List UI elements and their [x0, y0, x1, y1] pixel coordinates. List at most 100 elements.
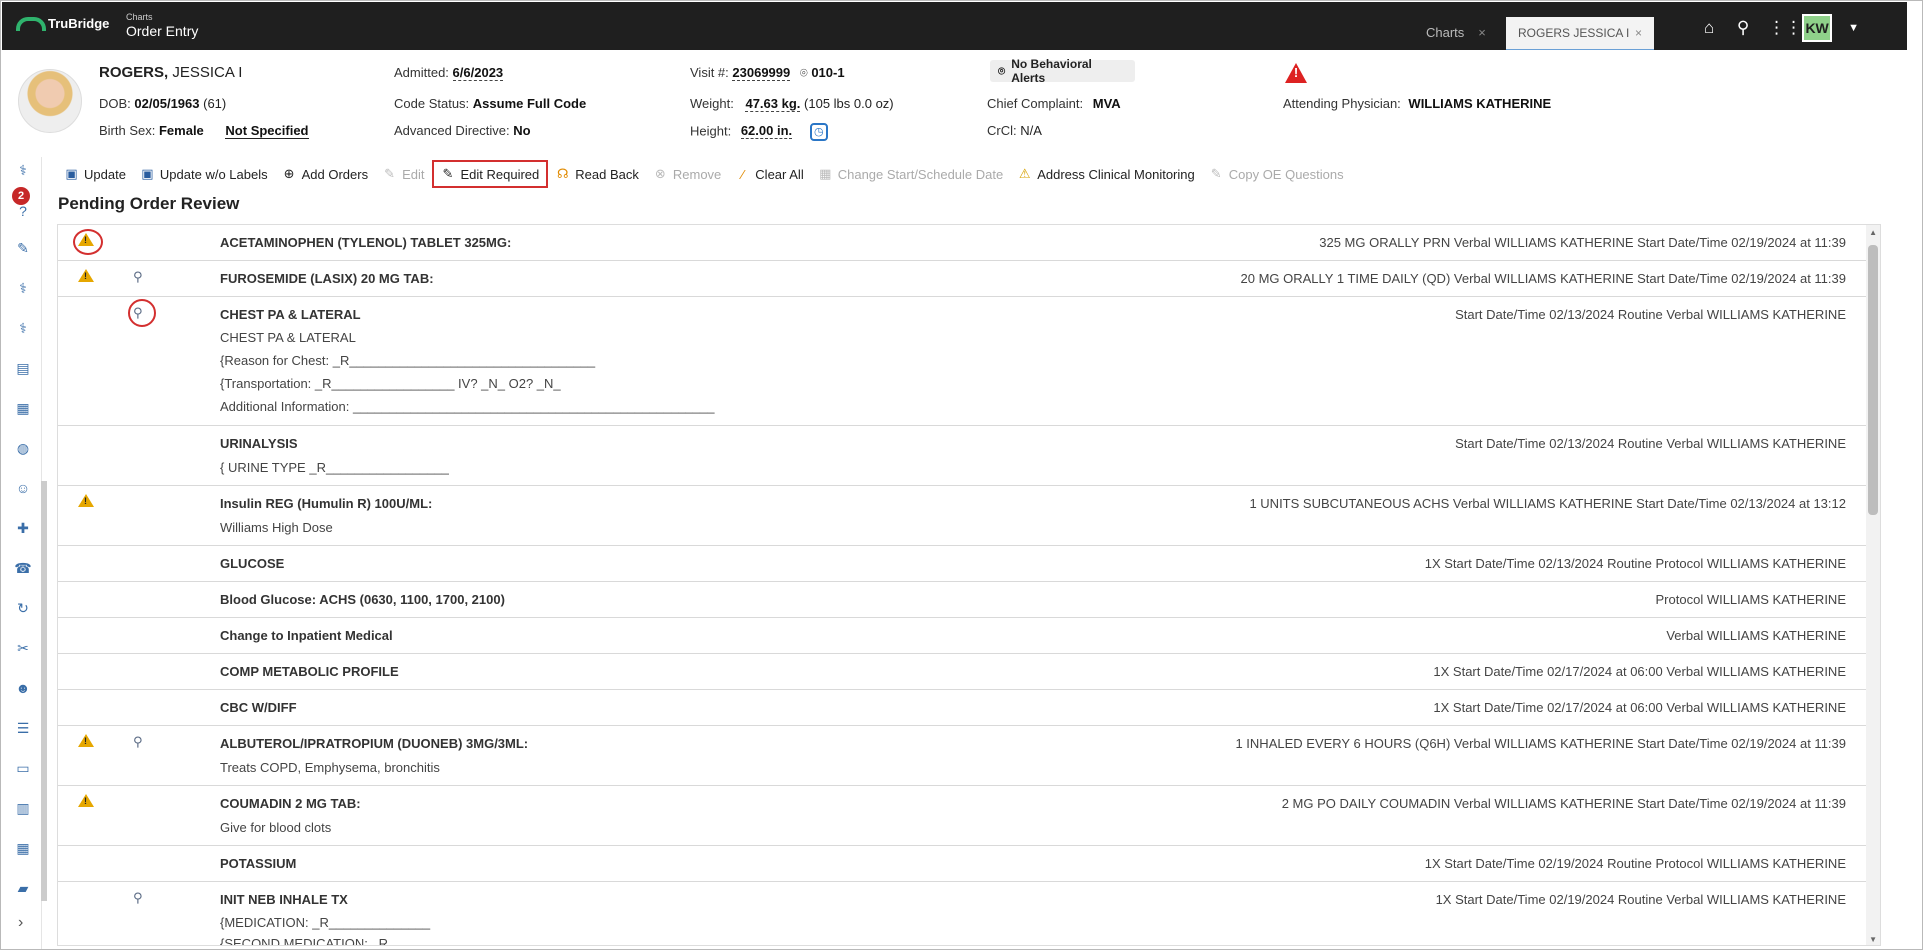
order-title: ALBUTEROL/IPRATROPIUM (DUONEB) 3MG/3ML:: [220, 736, 529, 751]
crcl-label: CrCl:: [987, 123, 1017, 138]
order-title: INIT NEB INHALE TX: [220, 892, 348, 907]
order-row[interactable]: COUMADIN 2 MG TAB: 2 MG PO DAILY COUMADI…: [58, 786, 1880, 846]
order-row[interactable]: Blood Glucose: ACHS (0630, 1100, 1700, 2…: [58, 582, 1880, 618]
pharmacy-icon[interactable]: ✚: [14, 519, 32, 537]
address-clinical-monitoring-button[interactable]: ⚠ Address Clinical Monitoring: [1010, 160, 1202, 188]
birth-sex-field: Birth Sex: Female Not Specified: [99, 123, 309, 139]
chief-complaint-value: MVA: [1092, 96, 1121, 111]
order-title: POTASSIUM: [220, 856, 297, 871]
code-status-label: Code Status:: [394, 96, 470, 111]
change-start-date-button[interactable]: ▦ Change Start/Schedule Date: [811, 160, 1011, 188]
physician-icon[interactable]: ⚕: [14, 319, 32, 337]
update-without-labels-button[interactable]: ▣ Update w/o Labels: [133, 160, 275, 188]
scrollbar-thumb[interactable]: [1868, 245, 1878, 515]
clear-all-button[interactable]: ⁄ Clear All: [728, 160, 810, 188]
order-row[interactable]: URINALYSIS Start Date/Time 02/13/2024 Ro…: [58, 426, 1880, 486]
stethoscope-icon[interactable]: ⚲: [133, 734, 151, 750]
warning-icon[interactable]: [78, 269, 96, 285]
user-group-icon[interactable]: ☺: [14, 479, 32, 497]
sidebar-scrollbar[interactable]: [41, 481, 47, 901]
form-icon[interactable]: ▭: [14, 759, 32, 777]
visit-label: Visit #:: [690, 65, 729, 80]
tab-patient[interactable]: ROGERS JESSICA I ×: [1506, 17, 1654, 51]
update-button[interactable]: ▣ Update: [57, 160, 133, 188]
order-row[interactable]: GLUCOSE 1X Start Date/Time 02/13/2024 Ro…: [58, 546, 1880, 582]
code-status-value: Assume Full Code: [472, 96, 587, 111]
close-icon[interactable]: ×: [1478, 25, 1486, 43]
stethoscope-icon[interactable]: ⚲: [133, 269, 151, 285]
globe-icon[interactable]: ◍: [14, 439, 32, 457]
app-window: TruBridge Charts Order Entry Charts × RO…: [0, 0, 1923, 950]
order-detail: 20 MG ORALLY 1 TIME DAILY (QD) Verbal WI…: [1240, 271, 1846, 286]
chart-icon[interactable]: ▦: [14, 399, 32, 417]
gender-not-specified-link[interactable]: Not Specified: [225, 123, 309, 139]
order-row[interactable]: COMP METABOLIC PROFILE 1X Start Date/Tim…: [58, 654, 1880, 690]
update-without-labels-label: Update w/o Labels: [159, 166, 268, 182]
doctor-icon[interactable]: ⚕: [14, 161, 32, 179]
order-row[interactable]: POTASSIUM 1X Start Date/Time 02/19/2024 …: [58, 846, 1880, 882]
tab-charts[interactable]: Charts ×: [1416, 17, 1496, 51]
read-back-button[interactable]: ☊ Read Back: [548, 160, 646, 188]
search-icon[interactable]: ⚲: [1734, 19, 1752, 37]
stethoscope-icon[interactable]: ⚲: [133, 890, 151, 906]
toolbar: ▣ Update ▣ Update w/o Labels ⊕ Add Order…: [57, 159, 1351, 189]
phone-icon[interactable]: ☎: [14, 559, 32, 577]
person-icon[interactable]: ☻: [14, 679, 32, 697]
home-icon[interactable]: ⌂: [1700, 19, 1718, 37]
palette-icon[interactable]: ✎: [14, 239, 32, 257]
database-icon[interactable]: ▤: [14, 359, 32, 377]
book-icon[interactable]: ▰: [14, 879, 32, 897]
order-title: Insulin REG (Humulin R) 100U/ML:: [220, 496, 433, 511]
order-row[interactable]: ⚲ FUROSEMIDE (LASIX) 20 MG TAB: 20 MG OR…: [58, 261, 1880, 297]
order-row[interactable]: CBC W/DIFF 1X Start Date/Time 02/17/2024…: [58, 690, 1880, 726]
expand-sidebar-icon[interactable]: ›: [18, 914, 23, 932]
admitted-value[interactable]: 6/6/2023: [452, 65, 504, 81]
chevron-down-icon[interactable]: ▼: [1848, 22, 1859, 34]
nurse-icon[interactable]: ⚕: [14, 279, 32, 297]
remove-button[interactable]: ⊗ Remove: [646, 160, 728, 188]
order-row[interactable]: ⚲ INIT NEB INHALE TX 1X Start Date/Time …: [58, 882, 1880, 945]
patient-first-name: JESSICA I: [168, 64, 243, 81]
room-value: 010-1: [811, 65, 845, 80]
edit-required-button[interactable]: ✎ Edit Required: [431, 160, 549, 188]
user-avatar[interactable]: KW: [1802, 14, 1833, 42]
allergy-alert-icon[interactable]: !: [1285, 63, 1307, 83]
table-icon[interactable]: ▥: [14, 799, 32, 817]
app-title: Charts Order Entry: [126, 12, 198, 40]
weight-value[interactable]: 47.63 kg.: [745, 96, 801, 112]
order-row[interactable]: ACETAMINOPHEN (TYLENOL) TABLET 325MG: 32…: [58, 225, 1880, 261]
order-row[interactable]: ⚲ ALBUTEROL/IPRATROPIUM (DUONEB) 3MG/3ML…: [58, 726, 1880, 786]
order-title: Blood Glucose: ACHS (0630, 1100, 1700, 2…: [220, 592, 505, 607]
copy-oe-questions-button[interactable]: ✎ Copy OE Questions: [1202, 160, 1351, 188]
help-icon[interactable]: ?: [14, 202, 32, 220]
visit-value[interactable]: 23069999: [732, 65, 791, 81]
order-row[interactable]: ⚲ CHEST PA & LATERAL Start Date/Time 02/…: [58, 297, 1880, 426]
warning-icon[interactable]: [78, 734, 96, 750]
tools-icon[interactable]: ✂: [14, 639, 32, 657]
behavioral-alerts-badge[interactable]: ⌾ No Behavioral Alerts: [990, 57, 1135, 85]
scroll-up-icon[interactable]: ▲: [1869, 228, 1877, 237]
scroll-down-icon[interactable]: ▼: [1869, 935, 1877, 944]
warning-icon[interactable]: [78, 794, 96, 810]
dob-field: DOB: 02/05/1963 (61): [99, 96, 226, 111]
tab-patient-label: ROGERS JESSICA I: [1518, 26, 1630, 40]
clock-icon[interactable]: ◷: [809, 123, 828, 141]
highlight-circle: [128, 299, 156, 327]
refresh-icon[interactable]: ↻: [14, 599, 32, 617]
top-icons: ⌂ ⚲ ⋮⋮ KW ▼: [1700, 14, 1859, 42]
order-row[interactable]: Change to Inpatient Medical Verbal WILLI…: [58, 618, 1880, 654]
edit-button[interactable]: ✎ Edit: [375, 160, 431, 188]
grid-icon[interactable]: ▦: [14, 839, 32, 857]
order-row[interactable]: Insulin REG (Humulin R) 100U/ML: 1 UNITS…: [58, 486, 1880, 546]
add-orders-button[interactable]: ⊕ Add Orders: [275, 160, 375, 188]
orders-scrollbar[interactable]: ▲ ▼: [1866, 225, 1880, 945]
patient-header: ROGERS, JESSICA I DOB: 02/05/1963 (61) B…: [2, 50, 1907, 157]
list-icon[interactable]: ☰: [14, 719, 32, 737]
order-title: COMP METABOLIC PROFILE: [220, 664, 399, 679]
height-value[interactable]: 62.00 in.: [740, 123, 793, 140]
height-field: Height: 62.00 in. ◷: [690, 123, 828, 141]
grid-menu-icon[interactable]: ⋮⋮: [1768, 19, 1802, 37]
order-detail: 1 INHALED EVERY 6 HOURS (Q6H) Verbal WIL…: [1235, 736, 1846, 751]
close-icon[interactable]: ×: [1635, 26, 1642, 40]
warning-icon[interactable]: [78, 494, 96, 510]
